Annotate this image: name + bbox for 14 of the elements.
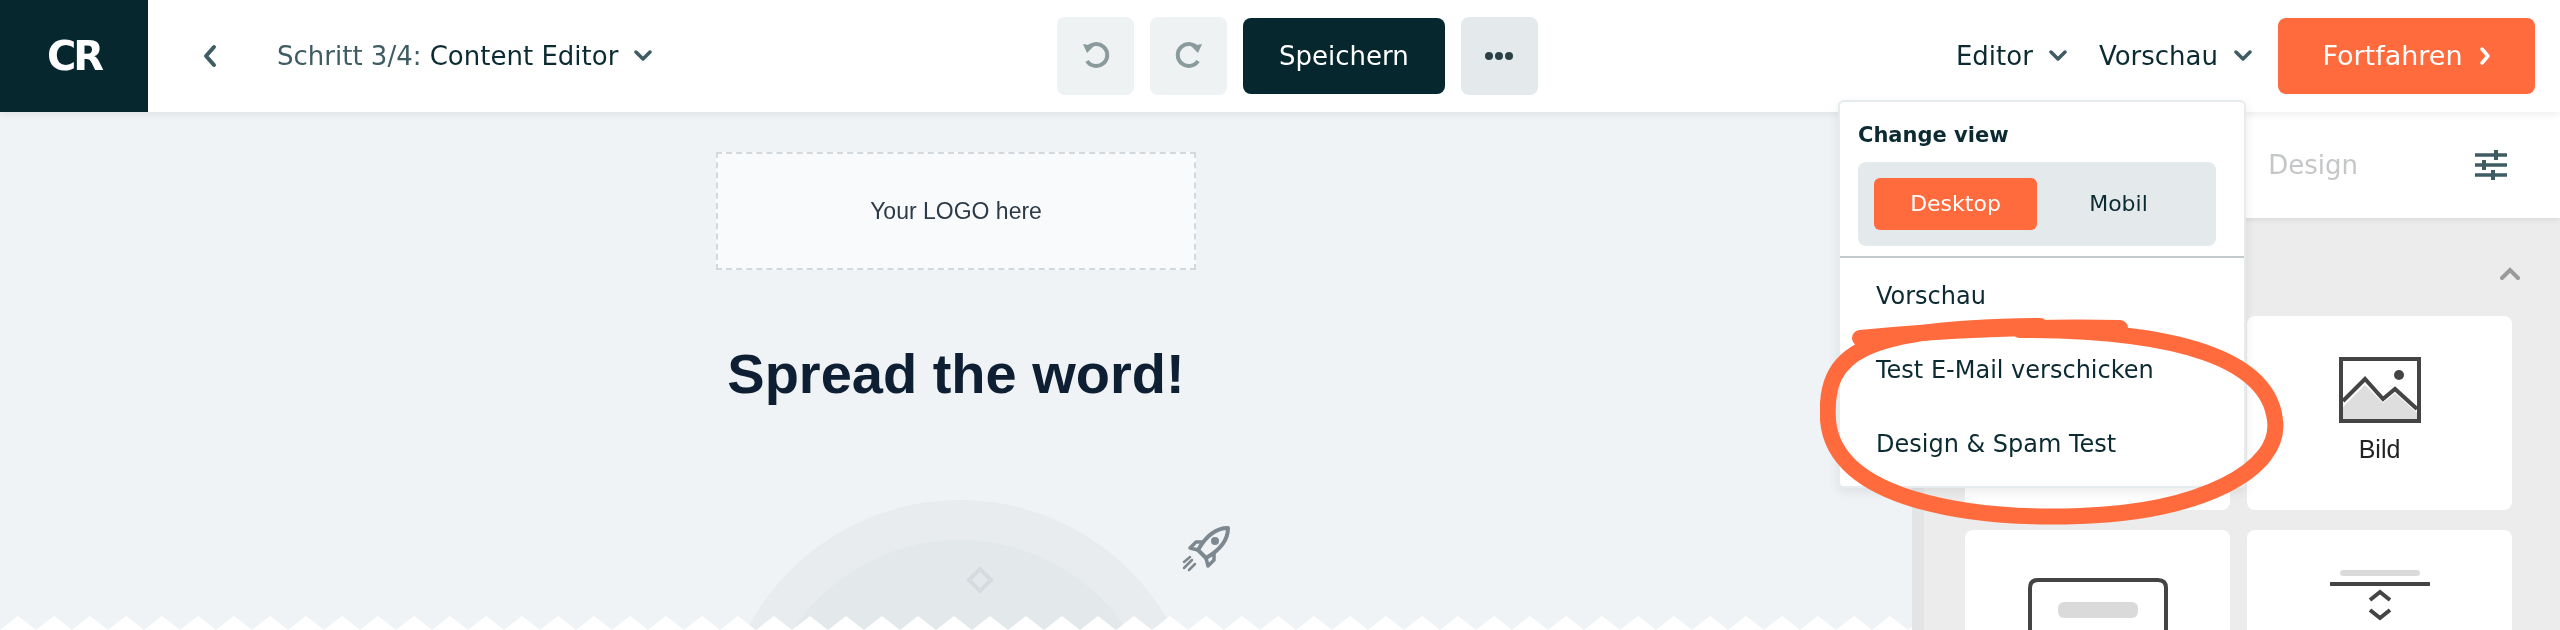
logo-placeholder[interactable]: Your LOGO here [716, 152, 1196, 270]
logo[interactable]: CR [0, 0, 148, 112]
view-menu[interactable]: Vorschau [2092, 35, 2258, 77]
view-menu[interactable]: Editor [1949, 35, 2073, 77]
save-button[interactable]: Speichern [1243, 18, 1445, 94]
view-option[interactable]: Mobil [2037, 177, 2200, 230]
content-block[interactable]: Bild [2247, 316, 2512, 510]
menu-item[interactable]: Vorschau [1876, 281, 1986, 310]
step-title-dropdown[interactable]: Schritt 3/4: Content Editor [277, 36, 653, 76]
menu-item[interactable]: Test E-Mail verschicken [1876, 355, 2154, 384]
heading: Spread the word! [727, 341, 1185, 407]
block-label: Bild [2358, 434, 2401, 466]
menu-item[interactable]: Design & Spam Test [1876, 429, 2117, 458]
menu-heading: Change view [1857, 122, 2010, 149]
